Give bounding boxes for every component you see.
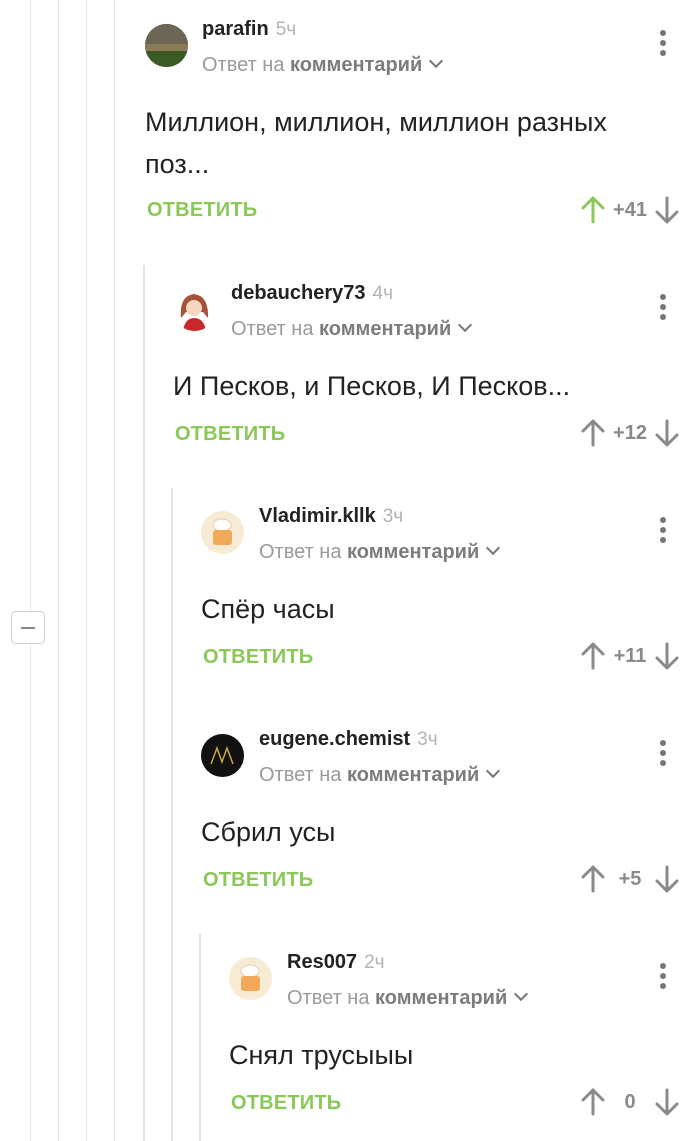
comment: parafin 5ч Ответ на комментарий Миллион, …: [145, 18, 700, 244]
collapse-thread-button[interactable]: [11, 611, 45, 644]
comment-rating: +11: [613, 644, 647, 667]
more-options-icon[interactable]: [660, 294, 666, 324]
comment: Vladimir.kllk 3ч Ответ на комментарий Спё…: [201, 505, 700, 691]
reply-to-link[interactable]: Ответ на комментарий: [259, 540, 501, 564]
comment-rating: +41: [613, 198, 647, 221]
reply-to-link[interactable]: Ответ на комментарий: [231, 317, 473, 341]
avatar[interactable]: [201, 511, 244, 554]
comment-author[interactable]: parafin 5ч: [202, 18, 296, 41]
vote-controls: +41: [580, 193, 680, 227]
thread-guide-line: [114, 0, 115, 1141]
chevron-down-icon: [458, 317, 473, 333]
reply-button[interactable]: ОТВЕТИТЬ: [203, 869, 313, 892]
chevron-down-icon: [486, 763, 501, 779]
upvote-arrow-icon[interactable]: [580, 641, 606, 671]
reply-to-link[interactable]: Ответ на комментарий: [287, 986, 529, 1010]
avatar[interactable]: [201, 734, 244, 777]
comment-text: Снял трусыыы: [229, 1040, 414, 1070]
downvote-arrow-icon[interactable]: [654, 1087, 680, 1117]
comment: debauchery73 4ч Ответ на комментарий И Пе…: [173, 282, 700, 468]
vote-controls: +12: [580, 416, 680, 450]
comment-text: Сбрил усы: [201, 817, 336, 847]
comment-time: 3ч: [417, 729, 438, 750]
comment-time: 5ч: [275, 19, 297, 40]
thread-guide-line: [58, 0, 59, 1141]
avatar[interactable]: [229, 957, 272, 1000]
comment: eugene.chemist 3ч Ответ на комментарий Сб…: [201, 728, 700, 914]
comment-rating: +5: [618, 867, 642, 890]
reply-to-link[interactable]: Ответ на комментарий: [202, 53, 444, 77]
more-options-icon[interactable]: [660, 517, 666, 547]
upvote-arrow-icon[interactable]: [580, 418, 606, 448]
reply-button[interactable]: ОТВЕТИТЬ: [203, 646, 313, 669]
reply-to-link[interactable]: Ответ на комментарий: [259, 763, 501, 787]
reply-button[interactable]: ОТВЕТИТЬ: [175, 423, 285, 446]
comment-time: 4ч: [372, 283, 393, 304]
chevron-down-icon: [514, 986, 529, 1002]
comment-rating: 0: [624, 1090, 636, 1113]
comment-text: И Песков, и Песков, И Песков...: [173, 371, 571, 401]
vote-controls: 0: [580, 1085, 680, 1119]
reply-thread-line: [143, 265, 145, 1141]
more-options-icon[interactable]: [660, 30, 666, 60]
vote-controls: +11: [580, 639, 680, 673]
comment-time: 3ч: [382, 506, 404, 527]
reply-button[interactable]: ОТВЕТИТЬ: [231, 1092, 341, 1115]
comment-time: 2ч: [364, 952, 385, 973]
downvote-arrow-icon[interactable]: [654, 418, 680, 448]
comment-author[interactable]: eugene.chemist 3ч: [259, 728, 438, 751]
comment-text: Миллион, миллион, миллион разных поз...: [145, 107, 607, 179]
vote-controls: +5: [580, 862, 680, 896]
reply-button[interactable]: ОТВЕТИТЬ: [147, 199, 257, 222]
minus-icon: [21, 627, 35, 629]
reply-thread-line: [199, 934, 201, 1141]
comment-author[interactable]: Res007 2ч: [287, 951, 385, 974]
more-options-icon[interactable]: [660, 740, 666, 770]
comment-author[interactable]: Vladimir.kllk 3ч: [259, 505, 403, 528]
comment-rating: +12: [613, 421, 647, 444]
comment-text: Спёр часы: [201, 594, 335, 624]
chevron-down-icon: [486, 540, 501, 556]
more-options-icon[interactable]: [660, 963, 666, 993]
comment-author[interactable]: debauchery73 4ч: [231, 282, 393, 305]
avatar[interactable]: [173, 288, 216, 331]
upvote-arrow-icon[interactable]: [580, 1087, 606, 1117]
upvote-arrow-icon[interactable]: [580, 864, 606, 894]
avatar[interactable]: [145, 24, 188, 67]
downvote-arrow-icon[interactable]: [654, 195, 680, 225]
downvote-arrow-icon[interactable]: [654, 641, 680, 671]
reply-thread-line: [171, 488, 173, 1141]
thread-guide-line: [86, 0, 87, 1141]
thread-guide-line: [30, 0, 31, 611]
thread-guide-line: [30, 644, 31, 1141]
comment: Res007 2ч Ответ на комментарий Снял трусы…: [229, 951, 700, 1137]
downvote-arrow-icon[interactable]: [654, 864, 680, 894]
upvote-arrow-icon[interactable]: [580, 195, 606, 225]
chevron-down-icon: [429, 53, 444, 69]
